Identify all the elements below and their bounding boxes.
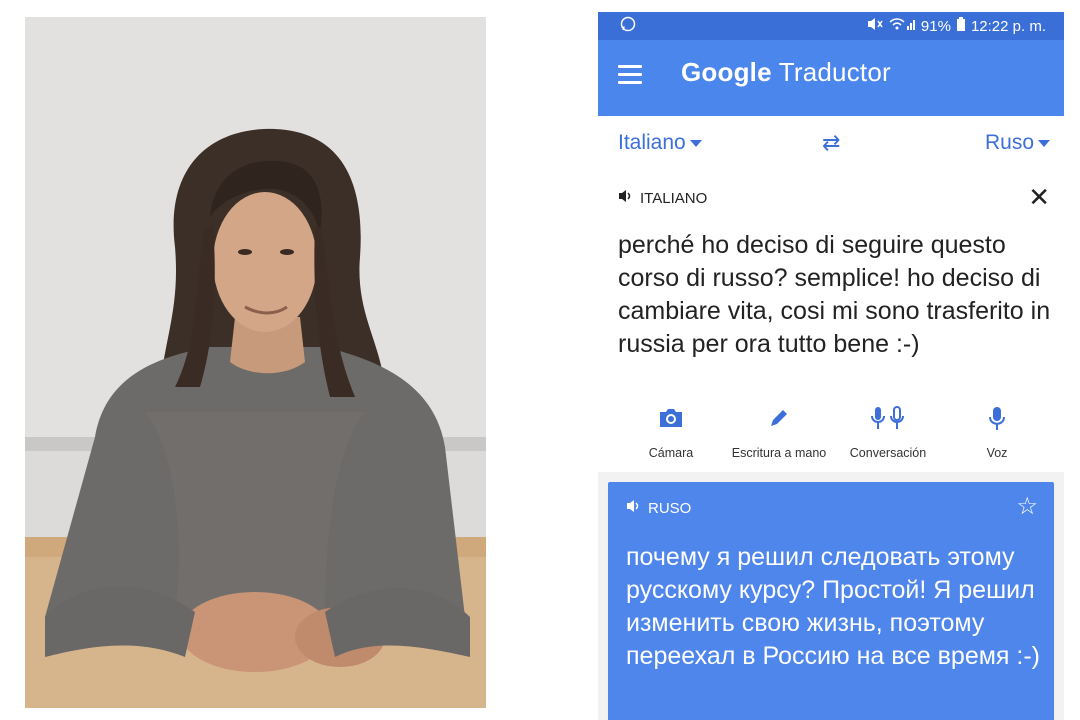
conversation-button[interactable]: Conversación [833,404,943,460]
translation-card[interactable]: RUSO ☆ почему я решил следовать этому ру… [608,482,1054,720]
source-language-tag: ITALIANO [640,189,708,207]
battery-percent: 91% [920,17,951,35]
wifi-signal-icon [889,17,915,35]
camera-button[interactable]: Cámara [616,404,726,460]
speaker-icon[interactable] [618,189,634,207]
target-language-label: Ruso [984,131,1034,154]
app-title: Google Traductor [681,57,891,88]
status-bar: 91% 12:22 p. m. [598,12,1064,40]
input-tools: Cámara Escritura a mano Conversación Voz [598,404,1064,470]
app-title-product: Traductor [778,57,891,87]
portrait-photo [25,17,486,708]
swap-arrows-icon[interactable]: ⇄ [822,130,840,156]
clock: 12:22 p. m. [970,17,1046,35]
conversation-mic-icon [833,404,943,432]
source-language-label: Italiano [618,131,686,154]
star-icon[interactable]: ☆ [1016,492,1038,521]
mute-icon [867,17,883,35]
caret-down-icon [1038,139,1050,147]
target-language-tag: RUSO [648,499,692,517]
language-bar: Italiano ⇄ Ruso [598,116,1064,173]
voice-label: Voz [986,446,1008,460]
speaker-icon[interactable] [626,499,642,517]
caret-down-icon [689,139,702,147]
pen-icon [724,404,834,432]
phone-screenshot: 91% 12:22 p. m. Google Traductor Italian… [598,12,1064,720]
source-language-header: ITALIANO [618,189,707,207]
target-language-header: RUSO [626,499,691,517]
battery-icon [956,17,965,35]
mic-icon [942,404,1052,432]
status-icons: 91% 12:22 p. m. [867,17,1046,35]
app-title-brand: Google [681,57,772,87]
app-bar: Google Traductor [598,40,1064,116]
translated-text: почему я решил следовать этому русскому … [626,543,1040,670]
close-icon[interactable]: ✕ [1028,182,1050,213]
source-text-input[interactable]: perché ho deciso di seguire questo corso… [618,229,1058,361]
handwriting-button[interactable]: Escritura a mano [724,404,834,460]
target-language-select[interactable]: Ruso [985,131,1050,155]
camera-icon [616,404,726,432]
hamburger-menu-icon[interactable] [618,65,642,89]
voice-button[interactable]: Voz [942,404,1052,460]
whatsapp-icon [620,16,636,36]
handwriting-label: Escritura a mano [731,446,827,460]
conversation-label: Conversación [849,446,927,460]
input-card: ITALIANO ✕ perché ho deciso di seguire q… [598,172,1064,472]
camera-label: Cámara [648,446,694,460]
source-language-select[interactable]: Italiano [618,131,702,155]
